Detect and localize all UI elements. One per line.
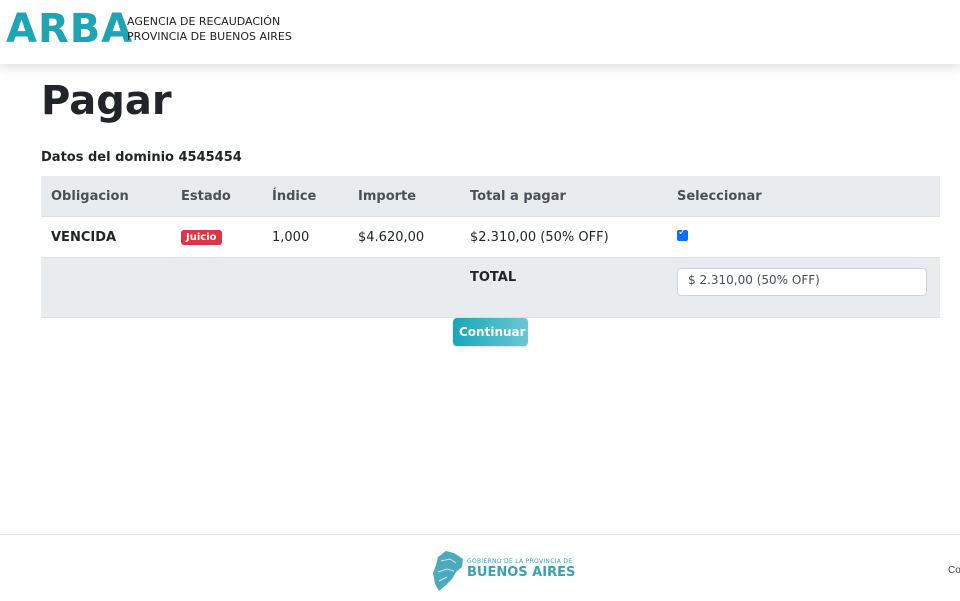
- page-title: Pagar: [41, 78, 172, 124]
- importe-cell: $4.620,00: [348, 216, 460, 258]
- column-estado: Estado: [171, 176, 262, 217]
- table-header-row: Obligacion Estado Índice Importe Total a…: [41, 176, 940, 217]
- gov-label-big: BUENOS AIRES: [467, 565, 576, 580]
- footer: GOBIERNO DE LA PROVINCIA DE BUENOS AIRES…: [0, 534, 960, 601]
- agency-line-2: PROVINCIA DE BUENOS AIRES: [127, 30, 292, 43]
- agency-line-1: AGENCIA DE RECAUDACIÓN: [127, 15, 281, 28]
- gov-label-small: GOBIERNO DE LA PROVINCIA DE: [467, 558, 573, 565]
- select-checkbox[interactable]: [677, 227, 688, 241]
- total-row-spacer: [41, 257, 460, 318]
- continue-button[interactable]: Continuar: [453, 318, 528, 346]
- estado-cell: Juicio: [171, 216, 262, 258]
- arba-logo[interactable]: ARBA: [6, 6, 133, 52]
- main-content: Pagar Datos del dominio 4545454 Obligaci…: [41, 76, 940, 346]
- total-row: TOTAL $ 2.310,00 (50% OFF): [41, 257, 940, 318]
- payment-table: Obligacion Estado Índice Importe Total a…: [41, 176, 940, 318]
- column-importe: Importe: [348, 176, 460, 217]
- status-badge: Juicio: [181, 230, 222, 245]
- column-total-a-pagar: Total a pagar: [460, 176, 667, 217]
- column-seleccionar: Seleccionar: [667, 176, 940, 217]
- agency-name: AGENCIA DE RECAUDACIÓN PROVINCIA DE BUEN…: [127, 14, 292, 44]
- indice-cell: 1,000: [262, 216, 348, 258]
- total-amount-field[interactable]: $ 2.310,00 (50% OFF): [677, 268, 927, 296]
- column-obligacion: Obligacion: [41, 176, 171, 217]
- column-indice: Índice: [262, 176, 348, 217]
- table-row: VENCIDA Juicio 1,000 $4.620,00 $2.310,00…: [41, 216, 940, 258]
- select-cell: [667, 216, 940, 258]
- domain-label: Datos del dominio 4545454: [41, 150, 242, 165]
- obligacion-cell: VENCIDA: [41, 216, 171, 258]
- top-header: ARBA AGENCIA DE RECAUDACIÓN PROVINCIA DE…: [0, 0, 960, 64]
- footer-right-text: Co: [948, 565, 960, 576]
- total-label: TOTAL: [460, 257, 667, 318]
- total-input-cell: $ 2.310,00 (50% OFF): [667, 257, 940, 318]
- total-cell: $2.310,00 (50% OFF): [460, 216, 667, 258]
